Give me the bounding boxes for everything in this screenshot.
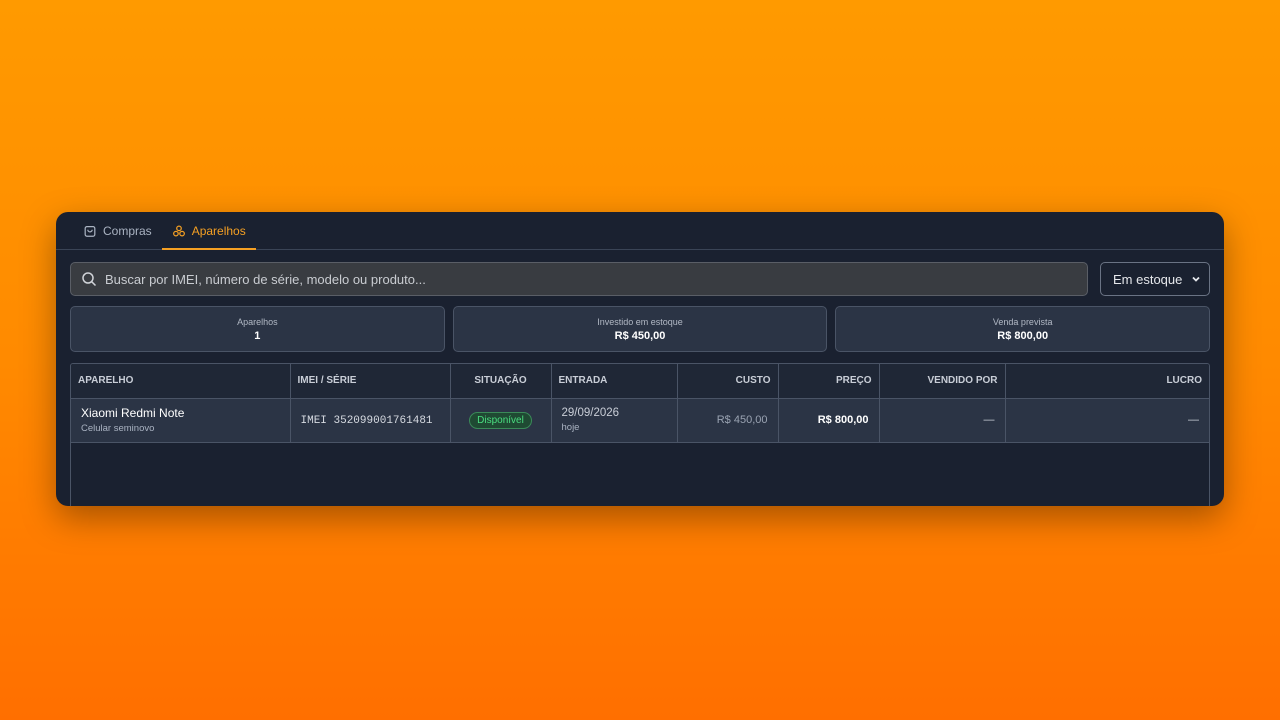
- stat-card-aparelhos: Aparelhos 1: [70, 306, 445, 352]
- tab-compras[interactable]: Compras: [73, 212, 162, 249]
- shopping-bag-icon: [84, 225, 96, 237]
- entry-date: 29/09/2026: [561, 407, 620, 419]
- cell-imei: IMEI 352099001761481: [290, 398, 451, 443]
- col-header-custo[interactable]: CUSTO: [677, 364, 779, 399]
- stat-value: R$ 450,00: [614, 329, 666, 342]
- app-window: Compras Aparelhos Em estoque: [56, 212, 1224, 506]
- cell-profit: —: [1005, 398, 1209, 443]
- col-header-imei[interactable]: IMEI / SÉRIE: [290, 364, 451, 399]
- devices-table: APARELHO IMEI / SÉRIE SITUAÇÃO ENTRADA C…: [70, 363, 1210, 506]
- devices-icon: [172, 224, 185, 237]
- table-header-row: APARELHO IMEI / SÉRIE SITUAÇÃO ENTRADA C…: [71, 364, 1209, 399]
- col-header-vendido-por[interactable]: VENDIDO POR: [879, 364, 1006, 399]
- chevron-down-icon: [1192, 276, 1200, 282]
- stat-card-investido: Investido em estoque R$ 450,00: [452, 306, 828, 352]
- status-badge: Disponível: [469, 411, 532, 429]
- stat-label: Aparelhos: [237, 316, 278, 327]
- col-header-situacao[interactable]: SITUAÇÃO: [450, 364, 552, 399]
- col-header-entrada[interactable]: ENTRADA: [551, 364, 678, 399]
- stat-value: R$ 800,00: [997, 329, 1049, 342]
- toolbar: Em estoque: [70, 262, 1210, 296]
- tab-aparelhos[interactable]: Aparelhos: [161, 212, 256, 250]
- col-header-aparelho[interactable]: APARELHO: [71, 364, 291, 399]
- entry-date-relative: hoje: [561, 422, 580, 433]
- cell-sold-by: —: [879, 398, 1006, 443]
- stock-filter-select[interactable]: Em estoque: [1100, 262, 1210, 296]
- tab-compras-label: Compras: [103, 223, 152, 238]
- cell-entrada: 29/09/2026 hoje: [551, 398, 678, 443]
- cell-device: Xiaomi Redmi Note Celular seminovo: [71, 398, 291, 443]
- device-subtitle: Celular seminovo: [81, 423, 155, 434]
- stat-label: Investido em estoque: [597, 316, 683, 327]
- col-header-preco[interactable]: PREÇO: [778, 364, 880, 399]
- table-row[interactable]: Xiaomi Redmi Note Celular seminovo IMEI …: [71, 398, 1209, 443]
- tab-bar: Compras Aparelhos: [56, 212, 1224, 250]
- search-box[interactable]: [70, 262, 1088, 296]
- device-name: Xiaomi Redmi Note: [81, 406, 185, 420]
- search-input[interactable]: [105, 271, 1087, 287]
- cell-price: R$ 800,00: [778, 398, 880, 443]
- tab-aparelhos-label: Aparelhos: [191, 223, 246, 238]
- stat-value: 1: [254, 329, 261, 342]
- stat-label: Venda prevista: [992, 316, 1053, 327]
- stats-row: Aparelhos 1 Investido em estoque R$ 450,…: [70, 306, 1211, 352]
- cell-status: Disponível: [450, 398, 552, 443]
- stock-filter-value: Em estoque: [1113, 271, 1183, 287]
- stat-card-venda-prevista: Venda prevista R$ 800,00: [835, 306, 1211, 352]
- imei-value: IMEI 352099001761481: [300, 414, 433, 427]
- cell-cost: R$ 450,00: [677, 398, 779, 443]
- col-header-lucro[interactable]: LUCRO: [1005, 364, 1209, 399]
- search-icon: [82, 272, 97, 287]
